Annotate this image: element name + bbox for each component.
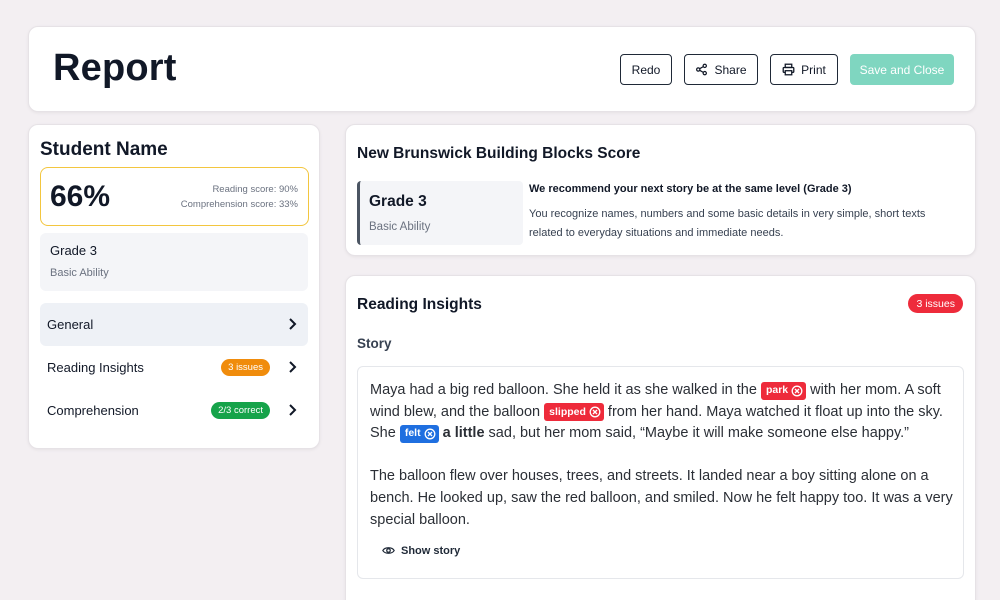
- story-text-segment: Maya had a big red balloon. She held it …: [370, 382, 761, 398]
- chevron-right-icon: [289, 361, 297, 373]
- story-box: Maya had a big red balloon. She held it …: [357, 366, 964, 579]
- close-circle-icon: [589, 406, 601, 418]
- error-word: park: [765, 384, 789, 396]
- story-paragraph-2: The balloon flew over houses, trees, and…: [370, 468, 953, 528]
- emphasized-phrase: a little: [442, 425, 485, 442]
- reading-insights-title: Reading Insights: [357, 296, 482, 313]
- error-word: felt: [404, 427, 421, 440]
- close-circle-icon: [424, 428, 436, 440]
- save-and-close-label: Save and Close: [859, 62, 945, 77]
- error-word: slipped: [549, 405, 586, 418]
- score-card-title: New Brunswick Building Blocks Score: [357, 145, 641, 162]
- error-tag-felt[interactable]: felt: [399, 424, 439, 443]
- student-grade: Grade 3: [50, 243, 97, 258]
- close-circle-icon: [791, 385, 803, 397]
- story-text-segment: sad, but her mom said, “Maybe it will ma…: [484, 425, 909, 442]
- student-summary-panel: Student Name 66% Reading score: 90% Comp…: [28, 124, 320, 449]
- show-story-label: Show story: [401, 544, 461, 557]
- story-text: Maya had a big red balloon. She held it …: [370, 380, 958, 553]
- chevron-right-icon: [289, 318, 297, 330]
- recommendation-text: You recognize names, numbers and some ba…: [529, 208, 926, 239]
- share-icon: [696, 63, 708, 76]
- issues-badge: 3 issues: [908, 294, 963, 313]
- eye-icon: [382, 547, 395, 554]
- student-grade-box: Grade 3 Basic Ability: [40, 233, 308, 291]
- recommendation-title: We recommend your next story be at the s…: [529, 183, 852, 195]
- print-button[interactable]: Print: [770, 54, 838, 85]
- story-paragraph: Maya had a big red balloon. She held it …: [370, 380, 958, 445]
- redo-button-label: Redo: [631, 62, 661, 77]
- story-label: Story: [357, 336, 392, 351]
- print-icon: [782, 63, 795, 76]
- save-and-close-button[interactable]: Save and Close: [850, 54, 954, 85]
- share-button-label: Share: [714, 62, 747, 77]
- building-blocks-score-card: New Brunswick Building Blocks Score Grad…: [345, 124, 976, 256]
- student-ability: Basic Ability: [50, 267, 109, 279]
- overall-score: 66%: [50, 180, 111, 213]
- page-title: Report: [53, 47, 177, 89]
- recommended-grade-box: Grade 3 Basic Ability: [357, 181, 523, 245]
- overall-score-box: 66% Reading score: 90% Comprehension sco…: [40, 167, 309, 226]
- nav-item-label: Comprehension: [47, 403, 139, 418]
- nav-item-comprehension[interactable]: Comprehension 2/3 correct: [40, 389, 308, 432]
- nav-item-general[interactable]: General: [40, 303, 308, 346]
- error-tag-park[interactable]: park: [760, 381, 807, 400]
- show-story-button[interactable]: Show story: [382, 544, 460, 557]
- recommended-grade: Grade 3: [369, 193, 427, 210]
- nav-item-label: General: [47, 317, 94, 332]
- score-breakdown: Reading score: 90% Comprehension score: …: [181, 182, 298, 212]
- redo-button[interactable]: Redo: [620, 54, 672, 85]
- error-tag-slipped[interactable]: slipped: [544, 403, 604, 422]
- reading-score: Reading score: 90%: [212, 184, 298, 195]
- print-button-label: Print: [801, 62, 826, 77]
- reading-insights-card: Reading Insights 3 issues Story Maya had…: [345, 275, 976, 600]
- student-name: Student Name: [40, 139, 168, 160]
- comprehension-score: Comprehension score: 33%: [180, 199, 298, 210]
- report-header: Report Redo Share Print Save and Close: [28, 26, 976, 112]
- recommended-ability: Basic Ability: [369, 221, 431, 233]
- chevron-right-icon: [289, 404, 297, 416]
- comprehension-correct-badge: 2/3 correct: [211, 402, 270, 419]
- reading-issues-badge: 3 issues: [221, 359, 270, 376]
- share-button[interactable]: Share: [684, 54, 758, 85]
- nav-item-reading-insights[interactable]: Reading Insights 3 issues: [40, 346, 308, 389]
- nav-item-label: Reading Insights: [47, 360, 144, 375]
